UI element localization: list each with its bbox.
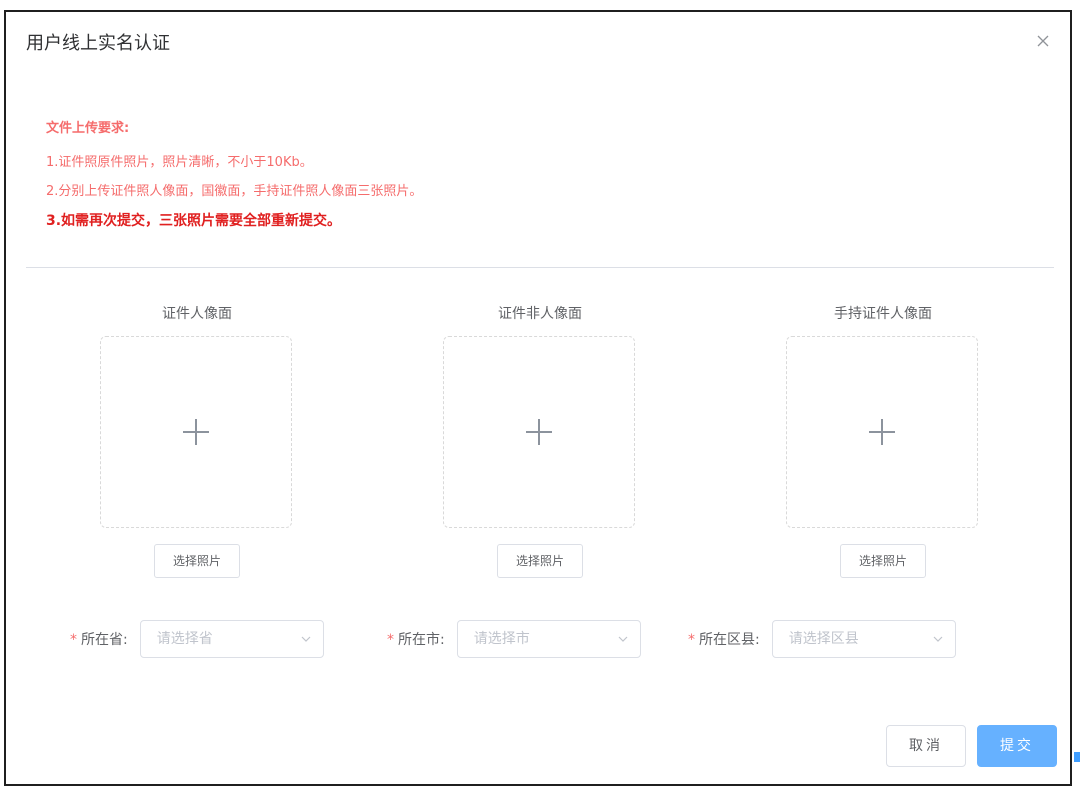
upload-requirements: 文件上传要求: 1.证件照原件照片，照片清晰，不小于10Kb。 2.分别上传证件… [46,120,422,241]
realname-auth-dialog: 用户线上实名认证 文件上传要求: 1.证件照原件照片，照片清晰，不小于10Kb。… [4,10,1072,786]
select-photo-button[interactable]: 选择照片 [840,544,926,578]
district-label: * 所在区县: [688,629,760,649]
chevron-down-icon [301,636,311,642]
district-field: * 所在区县: 请选择区县 [688,619,956,659]
province-select[interactable]: 请选择省 [139,620,324,658]
select-photo-button[interactable]: 选择照片 [154,544,240,578]
requirement-line-2: 2.分别上传证件照人像面，国徽面，手持证件照人像面三张照片。 [46,184,423,199]
close-icon[interactable] [1034,32,1052,50]
edge-marker [1074,752,1080,762]
select-photo-button[interactable]: 选择照片 [497,544,583,578]
upload-area-handheld-id[interactable] [786,336,978,528]
select-placeholder: 请选择省 [156,631,213,647]
upload-label: 手持证件人像面 [834,306,932,322]
section-divider [26,267,1054,268]
district-select[interactable]: 请选择区县 [771,620,956,658]
field-label-text: 所在市: [398,632,445,648]
required-mark: * [70,632,77,648]
province-label: * 所在省: [70,629,128,649]
required-mark: * [387,632,394,648]
requirement-line-1: 1.证件照原件照片，照片清晰，不小于10Kb。 [46,155,313,170]
field-label-text: 所在省: [81,632,128,648]
province-field: * 所在省: 请选择省 [70,619,324,659]
requirement-line-3: 3.如需再次提交，三张照片需要全部重新提交。 [46,213,342,229]
plus-icon [869,419,895,445]
upload-area-id-emblem[interactable] [443,336,635,528]
upload-id-emblem: 证件非人像面 选择照片 [443,304,637,578]
requirements-title: 文件上传要求: [46,121,130,136]
dialog-title: 用户线上实名认证 [26,33,170,54]
upload-label: 证件非人像面 [498,306,582,322]
plus-icon [526,419,552,445]
upload-area-id-portrait[interactable] [100,336,292,528]
chevron-down-icon [618,636,628,642]
field-label-text: 所在区县: [699,632,760,648]
upload-id-portrait: 证件人像面 选择照片 [100,304,294,578]
required-mark: * [688,632,695,648]
cancel-button[interactable]: 取消 [886,725,966,767]
plus-icon [183,419,209,445]
city-field: * 所在市: 请选择市 [387,619,641,659]
submit-button[interactable]: 提交 [977,725,1057,767]
select-placeholder: 请选择市 [473,631,530,647]
chevron-down-icon [933,636,943,642]
select-placeholder: 请选择区县 [788,631,859,647]
upload-label: 证件人像面 [162,306,232,322]
city-label: * 所在市: [387,629,445,649]
upload-handheld-id: 手持证件人像面 选择照片 [786,304,980,578]
city-select[interactable]: 请选择市 [456,620,641,658]
